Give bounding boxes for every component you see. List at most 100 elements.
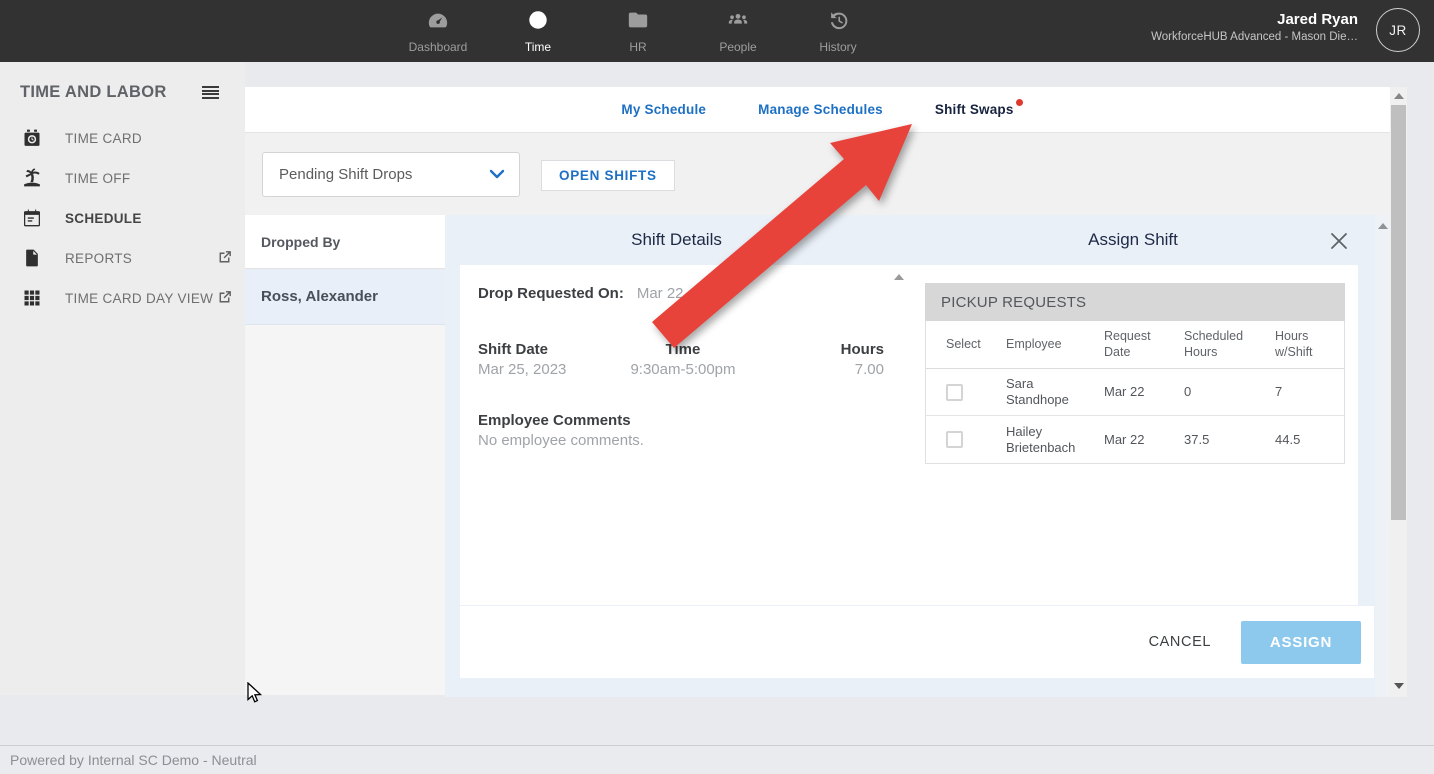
nav-label: Time bbox=[525, 40, 551, 54]
time-value: 9:30am-5:00pm bbox=[615, 361, 752, 378]
user-org: WorkforceHUB Advanced - Mason Die… bbox=[1151, 29, 1358, 45]
col-select: Select bbox=[946, 337, 1006, 353]
document-icon bbox=[22, 248, 42, 268]
chevron-down-icon bbox=[489, 166, 505, 184]
tab-my-schedule[interactable]: My Schedule bbox=[621, 102, 706, 117]
sidebar: TIME AND LABOR TIME CARD TIME OFF SCHEDU… bbox=[0, 62, 245, 695]
close-icon[interactable] bbox=[1327, 229, 1351, 253]
dropped-by-panel: Dropped By Ross, Alexander bbox=[245, 215, 445, 695]
nav-label: People bbox=[719, 40, 756, 54]
scroll-down-icon[interactable] bbox=[1394, 683, 1404, 689]
dropped-by-header: Dropped By bbox=[245, 215, 445, 269]
cell-scheduled-hours: 0 bbox=[1184, 384, 1275, 400]
employee-comments-value: No employee comments. bbox=[478, 432, 888, 449]
table-row: Hailey Brietenbach Mar 22 37.5 44.5 bbox=[926, 416, 1344, 463]
nav-label: History bbox=[819, 40, 856, 54]
pickup-requests-table: Select Employee Request Date Scheduled H… bbox=[925, 321, 1345, 464]
sidebar-title: TIME AND LABOR bbox=[20, 83, 167, 102]
user-info[interactable]: Jared Ryan WorkforceHUB Advanced - Mason… bbox=[1151, 10, 1358, 45]
sidebar-item-time-card-day-view[interactable]: TIME CARD DAY VIEW bbox=[0, 278, 245, 318]
sidebar-item-reports[interactable]: REPORTS bbox=[0, 238, 245, 278]
sidebar-item-label: SCHEDULE bbox=[65, 211, 142, 226]
row-checkbox[interactable] bbox=[946, 431, 963, 448]
external-link-icon bbox=[216, 289, 233, 306]
people-icon bbox=[727, 9, 749, 36]
drop-requested-value: Mar 22, 2023 bbox=[637, 285, 725, 302]
scroll-up-icon[interactable] bbox=[894, 274, 904, 280]
grid-icon bbox=[22, 288, 42, 308]
col-hours-w-shift: Hours w/Shift bbox=[1275, 329, 1344, 360]
col-request-date: Request Date bbox=[1104, 329, 1184, 360]
panel-scrollbar[interactable] bbox=[1375, 215, 1390, 697]
folder-icon bbox=[627, 9, 649, 36]
tab-shift-swaps[interactable]: Shift Swaps bbox=[935, 102, 1014, 117]
shift-swaps-toolbar: Pending Shift Drops OPEN SHIFTS bbox=[245, 133, 1390, 215]
sidebar-item-time-card[interactable]: TIME CARD bbox=[0, 118, 245, 158]
hours-value: 7.00 bbox=[751, 361, 884, 378]
notification-dot bbox=[1016, 99, 1023, 106]
tab-label: Shift Swaps bbox=[935, 102, 1014, 117]
open-shifts-button[interactable]: OPEN SHIFTS bbox=[541, 160, 675, 191]
cell-hours-w-shift: 44.5 bbox=[1275, 432, 1344, 448]
dashboard-gauge-icon bbox=[427, 9, 449, 36]
shift-swap-dialog: Shift Details Assign Shift Drop Requeste… bbox=[445, 215, 1390, 697]
shift-filter-value: Pending Shift Drops bbox=[263, 166, 489, 183]
cancel-button[interactable]: CANCEL bbox=[1149, 634, 1211, 650]
sidebar-header: TIME AND LABOR bbox=[0, 62, 245, 118]
schedule-tab-bar: My Schedule Manage Schedules Shift Swaps bbox=[245, 87, 1390, 133]
top-app-bar: Dashboard Time HR People History Jared R… bbox=[0, 0, 1434, 62]
cell-scheduled-hours: 37.5 bbox=[1184, 432, 1275, 448]
assign-shift-title: Assign Shift bbox=[908, 215, 1358, 265]
assign-button[interactable]: ASSIGN bbox=[1241, 621, 1361, 664]
calendar-icon bbox=[22, 208, 42, 228]
table-header-row: Select Employee Request Date Scheduled H… bbox=[926, 321, 1344, 369]
col-employee: Employee bbox=[1006, 337, 1104, 353]
scroll-up-icon[interactable] bbox=[1394, 93, 1404, 99]
cell-employee: Sara Standhope bbox=[1006, 376, 1104, 407]
dialog-footer: CANCEL ASSIGN bbox=[460, 606, 1374, 678]
palm-tree-icon bbox=[22, 168, 42, 188]
hours-label: Hours bbox=[751, 341, 884, 358]
shift-details-title: Shift Details bbox=[460, 215, 893, 265]
cell-employee: Hailey Brietenbach bbox=[1006, 424, 1104, 455]
shift-filter-dropdown[interactable]: Pending Shift Drops bbox=[262, 152, 520, 197]
sidebar-item-schedule[interactable]: SCHEDULE bbox=[0, 198, 245, 238]
vertical-scrollbar[interactable] bbox=[1390, 87, 1407, 697]
nav-time[interactable]: Time bbox=[488, 0, 588, 62]
table-row: Sara Standhope Mar 22 0 7 bbox=[926, 369, 1344, 416]
scroll-up-icon[interactable] bbox=[1378, 223, 1388, 229]
punch-clock-icon bbox=[22, 128, 42, 148]
nav-history[interactable]: History bbox=[788, 0, 888, 62]
sidebar-item-label: TIME CARD DAY VIEW bbox=[65, 291, 213, 306]
avatar[interactable]: JR bbox=[1376, 8, 1420, 52]
tab-manage-schedules[interactable]: Manage Schedules bbox=[758, 102, 883, 117]
nav-dashboard[interactable]: Dashboard bbox=[388, 0, 488, 62]
pickup-requests-header: PICKUP REQUESTS bbox=[925, 283, 1345, 321]
row-checkbox[interactable] bbox=[946, 384, 963, 401]
cell-request-date: Mar 22 bbox=[1104, 432, 1184, 448]
time-label: Time bbox=[615, 341, 752, 358]
external-link-icon bbox=[216, 249, 233, 266]
sidebar-item-time-off[interactable]: TIME OFF bbox=[0, 158, 245, 198]
pickup-requests-section: PICKUP REQUESTS Select Employee Request … bbox=[925, 283, 1345, 464]
clock-icon bbox=[527, 9, 549, 36]
nav-hr[interactable]: HR bbox=[588, 0, 688, 62]
nav-people[interactable]: People bbox=[688, 0, 788, 62]
nav-label: Dashboard bbox=[409, 40, 468, 54]
menu-collapse-icon[interactable] bbox=[202, 86, 219, 99]
assign-shift-panel: PICKUP REQUESTS Select Employee Request … bbox=[908, 265, 1358, 605]
scrollbar-thumb[interactable] bbox=[1391, 105, 1406, 520]
shift-date-value: Mar 25, 2023 bbox=[478, 361, 615, 378]
employee-comments-label: Employee Comments bbox=[478, 412, 888, 429]
sidebar-item-label: TIME OFF bbox=[65, 171, 130, 186]
avatar-initials: JR bbox=[1389, 23, 1407, 38]
cell-request-date: Mar 22 bbox=[1104, 384, 1184, 400]
shift-date-label: Shift Date bbox=[478, 341, 615, 358]
dropped-by-row-selected[interactable]: Ross, Alexander bbox=[245, 269, 445, 325]
shift-details-panel: Drop Requested On: Mar 22, 2023 Shift Dat… bbox=[460, 265, 908, 605]
drop-requested-label: Drop Requested On: bbox=[478, 285, 624, 302]
sidebar-item-label: REPORTS bbox=[65, 251, 132, 266]
history-icon bbox=[827, 9, 849, 36]
primary-nav: Dashboard Time HR People History bbox=[388, 0, 888, 62]
page-footer: Powered by Internal SC Demo - Neutral bbox=[0, 745, 1434, 774]
